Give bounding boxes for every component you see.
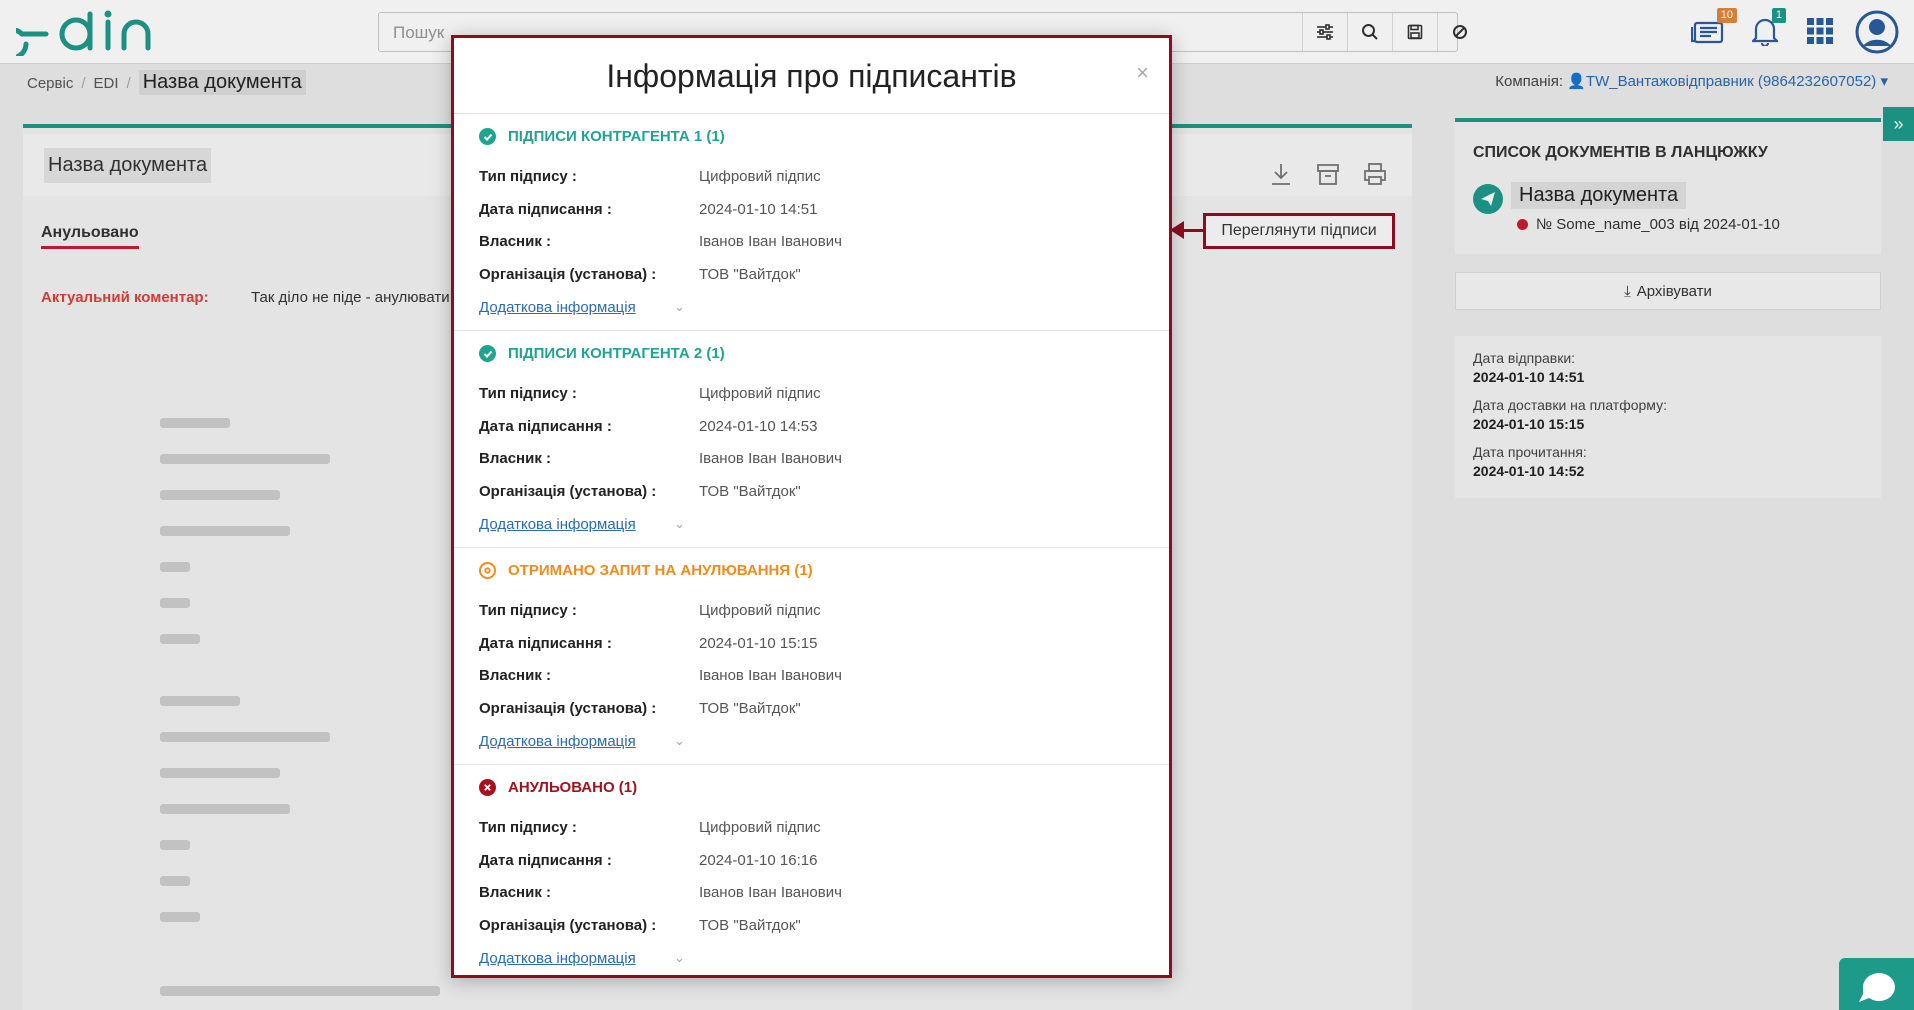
signers-info-modal: Інформація про підписантів × ПІДПИСИ КОН… xyxy=(451,35,1172,978)
section-heading: АНУЛЬОВАНО (1) xyxy=(479,779,637,796)
field-value: 2024-01-10 15:15 xyxy=(699,635,818,652)
field-value: Цифровий підпис xyxy=(699,602,821,619)
section-title: ПІДПИСИ КОНТРАГЕНТА 2 (1) xyxy=(508,345,725,362)
section-title: ОТРИМАНО ЗАПИТ НА АНУЛЮВАННЯ (1) xyxy=(508,562,813,579)
field-row: Дата підписання : 2024-01-10 15:15 xyxy=(479,635,817,652)
field-label: Тип підпису : xyxy=(479,819,577,836)
additional-info-label: Додаткова інформація xyxy=(479,516,636,533)
field-row: Тип підпису : Цифровий підпис xyxy=(479,602,821,619)
field-label: Організація (установа) : xyxy=(479,917,657,934)
field-value: ТОВ "Вайтдок" xyxy=(699,266,801,283)
field-value: ТОВ "Вайтдок" xyxy=(699,700,801,717)
field-label: Власник : xyxy=(479,450,551,467)
callout-arrow-head xyxy=(1170,221,1184,239)
field-label: Організація (установа) : xyxy=(479,483,657,500)
field-row: Дата підписання : 2024-01-10 16:16 xyxy=(479,852,817,869)
field-row: Тип підпису : Цифровий підпис xyxy=(479,168,821,185)
field-label: Власник : xyxy=(479,667,551,684)
field-row: Власник : Іванов Іван Іванович xyxy=(479,450,842,467)
check-circle-icon xyxy=(479,345,496,362)
section-heading: ОТРИМАНО ЗАПИТ НА АНУЛЮВАННЯ (1) xyxy=(479,562,813,579)
field-value: Цифровий підпис xyxy=(699,819,821,836)
chevron-down-icon: ⌄ xyxy=(674,733,685,748)
field-value: Іванов Іван Іванович xyxy=(699,450,842,467)
field-row: Тип підпису : Цифровий підпис xyxy=(479,385,821,402)
field-value: 2024-01-10 14:53 xyxy=(699,418,818,435)
field-row: Організація (установа) : ТОВ "Вайтдок" xyxy=(479,266,801,283)
signature-section: ПІДПИСИ КОНТРАГЕНТА 2 (1) Тип підпису : Ц… xyxy=(454,331,1169,548)
cancel-request-icon xyxy=(479,562,496,579)
field-row: Власник : Іванов Іван Іванович xyxy=(479,884,842,901)
field-value: 2024-01-10 14:51 xyxy=(699,201,818,218)
signature-section: ОТРИМАНО ЗАПИТ НА АНУЛЮВАННЯ (1) Тип під… xyxy=(454,548,1169,765)
close-icon[interactable]: × xyxy=(1136,60,1149,86)
additional-info-link[interactable]: Додаткова інформація ⌄ xyxy=(479,516,685,533)
additional-info-label: Додаткова інформація xyxy=(479,733,636,750)
signature-section: ПІДПИСИ КОНТРАГЕНТА 1 (1) Тип підпису : Ц… xyxy=(454,114,1169,331)
section-title: АНУЛЬОВАНО (1) xyxy=(508,779,638,796)
field-label: Власник : xyxy=(479,884,551,901)
field-value: Цифровий підпис xyxy=(699,168,821,185)
field-value: ТОВ "Вайтдок" xyxy=(699,917,801,934)
field-row: Організація (установа) : ТОВ "Вайтдок" xyxy=(479,483,801,500)
additional-info-link[interactable]: Додаткова інформація ⌄ xyxy=(479,299,685,316)
field-label: Дата підписання : xyxy=(479,852,612,869)
chevron-down-icon: ⌄ xyxy=(674,516,685,531)
field-label: Організація (установа) : xyxy=(479,700,657,717)
view-signatures-button[interactable]: Переглянути підписи xyxy=(1203,213,1395,249)
additional-info-link[interactable]: Додаткова інформація ⌄ xyxy=(479,733,685,750)
additional-info-link[interactable]: Додаткова інформація ⌄ xyxy=(479,950,685,967)
field-row: Дата підписання : 2024-01-10 14:51 xyxy=(479,201,817,218)
field-label: Дата підписання : xyxy=(479,418,612,435)
section-heading: ПІДПИСИ КОНТРАГЕНТА 1 (1) xyxy=(479,128,725,145)
cross-circle-icon xyxy=(479,779,496,796)
section-heading: ПІДПИСИ КОНТРАГЕНТА 2 (1) xyxy=(479,345,725,362)
field-label: Дата підписання : xyxy=(479,635,612,652)
field-row: Дата підписання : 2024-01-10 14:53 xyxy=(479,418,817,435)
field-label: Дата підписання : xyxy=(479,201,612,218)
modal-title: Інформація про підписантів xyxy=(606,58,1017,94)
signature-section: АНУЛЬОВАНО (1) Тип підпису : Цифровий під… xyxy=(454,765,1169,975)
field-value: Іванов Іван Іванович xyxy=(699,667,842,684)
field-row: Організація (установа) : ТОВ "Вайтдок" xyxy=(479,700,801,717)
view-signatures-label: Переглянути підписи xyxy=(1221,222,1377,239)
field-label: Власник : xyxy=(479,233,551,250)
chevron-down-icon: ⌄ xyxy=(674,950,685,965)
field-label: Тип підпису : xyxy=(479,168,577,185)
field-value: 2024-01-10 16:16 xyxy=(699,852,818,869)
field-row: Власник : Іванов Іван Іванович xyxy=(479,667,842,684)
field-value: Цифровий підпис xyxy=(699,385,821,402)
chevron-down-icon: ⌄ xyxy=(674,299,685,314)
field-row: Організація (установа) : ТОВ "Вайтдок" xyxy=(479,917,801,934)
additional-info-label: Додаткова інформація xyxy=(479,950,636,967)
field-label: Організація (установа) : xyxy=(479,266,657,283)
field-value: Іванов Іван Іванович xyxy=(699,884,842,901)
field-value: Іванов Іван Іванович xyxy=(699,233,842,250)
additional-info-label: Додаткова інформація xyxy=(479,299,636,316)
field-value: ТОВ "Вайтдок" xyxy=(699,483,801,500)
chat-widget-icon[interactable] xyxy=(1839,958,1914,1010)
field-row: Тип підпису : Цифровий підпис xyxy=(479,819,821,836)
field-label: Тип підпису : xyxy=(479,602,577,619)
field-row: Власник : Іванов Іван Іванович xyxy=(479,233,842,250)
check-circle-icon xyxy=(479,128,496,145)
section-title: ПІДПИСИ КОНТРАГЕНТА 1 (1) xyxy=(508,128,725,145)
field-label: Тип підпису : xyxy=(479,385,577,402)
